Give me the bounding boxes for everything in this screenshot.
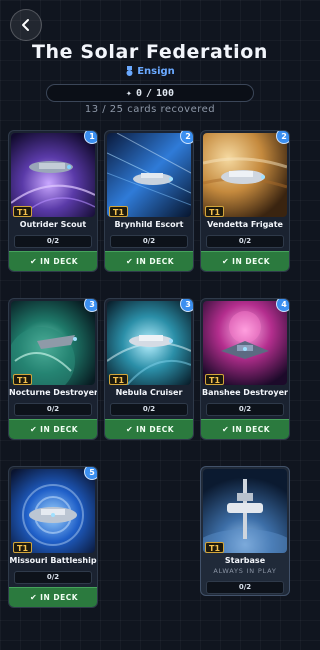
card-vendetta-frigate[interactable]: 2 T1 Vendetta Frigate 0/2 ✔ IN DECK [200,130,290,272]
plus-icon: ✦ [125,87,132,99]
back-button[interactable] [10,9,42,41]
in-deck-button[interactable]: ✔ IN DECK [105,419,193,439]
medal-icon [126,66,133,76]
card-name: Outrider Scout [19,220,87,229]
in-deck-label: IN DECK [136,425,175,434]
card-missouri-battleship[interactable]: 5 T1 Missouri Battleship 0/2 ✔ IN DECK [8,466,98,608]
tier-label: T1 [205,542,225,553]
card-art [203,469,287,553]
progress-separator: / [145,87,153,99]
always-in-play-label: ALWAYS IN PLAY [213,567,277,575]
card-art [203,301,287,385]
card-name: Banshee Destroyer [202,388,288,397]
in-deck-button[interactable]: ✔ IN DECK [9,587,97,607]
card-count: 0/2 [206,403,284,416]
card-count: 0/2 [206,235,284,248]
tier-label: T1 [13,542,33,553]
card-name: Brynhild Escort [114,220,184,229]
card-name: Nebula Cruiser [115,388,183,397]
cards-recovered-text: 13 / 25 cards recovered [84,104,216,115]
check-icon: ✔ [29,425,38,434]
card-banshee-destroyer[interactable]: 4 T1 Banshee Destroyer 0/2 ✔ IN DECK [200,298,290,440]
card-art [11,133,95,217]
card-badge: 3 [180,299,193,312]
card-brynhild-escort[interactable]: 2 T1 Brynhild Escort 0/2 ✔ IN DECK [104,130,194,272]
chevron-left-icon [22,19,29,31]
tier-label: T1 [205,374,225,385]
check-icon: ✔ [221,425,230,434]
card-badge: 1 [84,131,97,144]
card-badge: 2 [180,131,193,144]
card-count: 0/2 [110,403,188,416]
in-deck-label: IN DECK [232,425,271,434]
in-deck-label: IN DECK [232,257,271,266]
check-icon: ✔ [221,257,230,266]
in-deck-button[interactable]: ✔ IN DECK [105,251,193,271]
tier-label: T1 [13,374,33,385]
card-outrider-scout[interactable]: 1 T1 Outrider Scout 0/2 ✔ IN DECK [8,130,98,272]
check-icon: ✔ [125,257,134,266]
card-art [203,133,287,217]
card-badge: 2 [276,131,289,144]
card-count: 0/2 [14,235,92,248]
check-icon: ✔ [29,593,38,602]
progress-max: 100 [156,87,175,99]
card-count: 0/2 [110,235,188,248]
in-deck-label: IN DECK [40,257,79,266]
in-deck-button[interactable]: ✔ IN DECK [201,419,289,439]
tier-label: T1 [13,206,33,217]
card-nebula-cruiser[interactable]: 3 T1 Nebula Cruiser 0/2 ✔ IN DECK [104,298,194,440]
rank-text: Ensign [137,66,175,77]
card-name: Vendetta Frigate [207,220,283,229]
progress-value: 0 [135,87,142,99]
card-badge: 5 [84,467,97,480]
in-deck-button[interactable]: ✔ IN DECK [9,419,97,439]
check-icon: ✔ [29,257,38,266]
card-name: Starbase [224,556,266,565]
in-deck-button[interactable]: ✔ IN DECK [9,251,97,271]
card-art [107,133,191,217]
tier-label: T1 [109,206,129,217]
in-deck-button[interactable]: ✔ IN DECK [201,251,289,271]
card-art [11,469,95,553]
card-art [107,301,191,385]
page-title: The Solar Federation [32,41,268,63]
card-name: Nocturne Destroyer [9,388,98,397]
card-count: 0/2 [14,403,92,416]
card-nocturne-destroyer[interactable]: 3 T1 Nocturne Destroyer 0/2 ✔ IN DECK [8,298,98,440]
rank-label: Ensign [0,66,300,77]
card-count: 0/2 [14,571,92,584]
card-badge: 3 [84,299,97,312]
tier-label: T1 [109,374,129,385]
card-starbase[interactable]: T1 Starbase ALWAYS IN PLAY 0/2 [200,466,290,596]
in-deck-label: IN DECK [40,593,79,602]
card-art [11,301,95,385]
card-count: 0/2 [206,581,284,594]
check-icon: ✔ [125,425,134,434]
card-badge: 4 [276,299,289,312]
tier-label: T1 [205,206,225,217]
in-deck-label: IN DECK [136,257,175,266]
card-name: Missouri Battleship [9,556,97,565]
progress-bar: ✦ 0 / 100 [46,84,254,102]
in-deck-label: IN DECK [40,425,79,434]
